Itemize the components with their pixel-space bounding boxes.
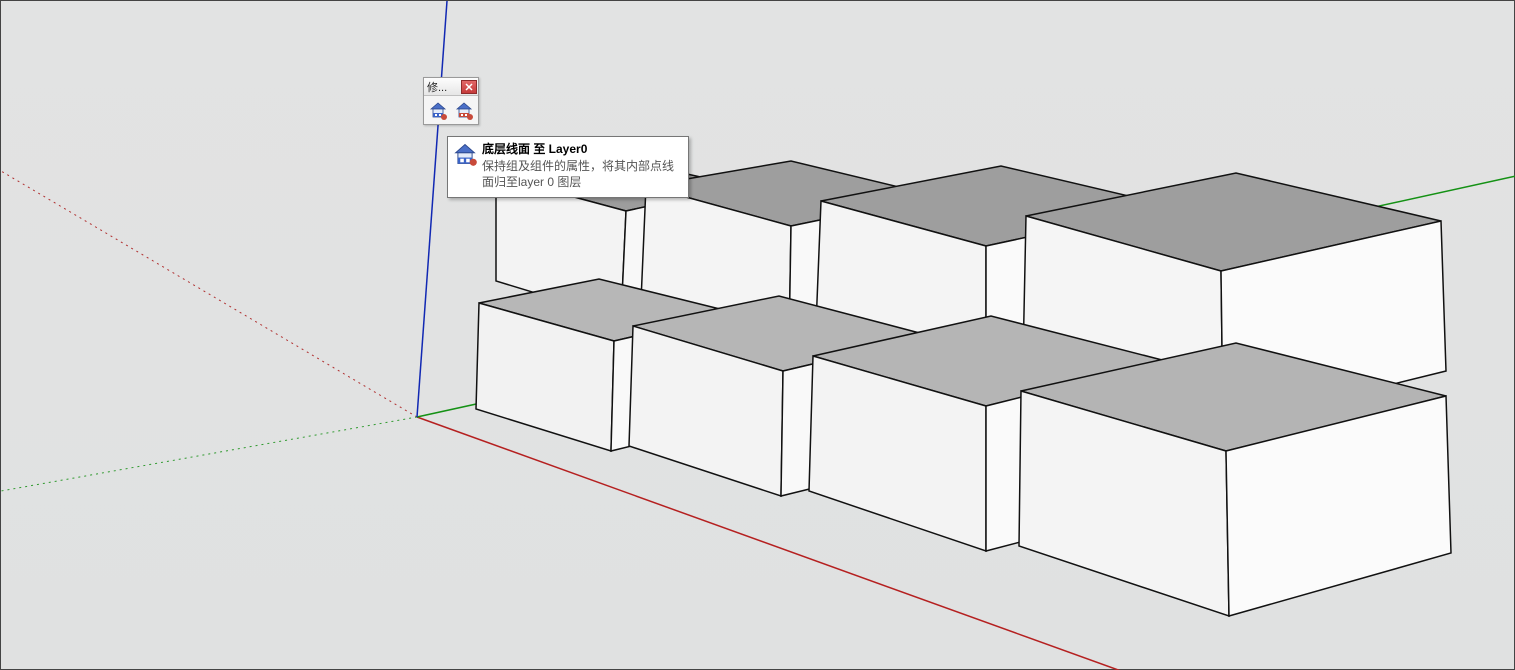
toolbar-close-button[interactable]: [461, 80, 477, 94]
toolbar-title: 修...: [427, 79, 447, 95]
tooltip-title: 底层线面 至 Layer0: [482, 141, 682, 157]
layer-tool-1-button[interactable]: [426, 98, 450, 122]
axis-neg-x: [1, 171, 417, 417]
toolbar-body: [424, 96, 478, 124]
tooltip-description: 保持组及组件的属性，将其内部点线面归至layer 0 图层: [482, 158, 682, 190]
tooltip-text: 底层线面 至 Layer0 保持组及组件的属性，将其内部点线面归至layer 0…: [482, 141, 682, 191]
modeling-viewport[interactable]: 修...: [0, 0, 1515, 670]
tooltip: 底层线面 至 Layer0 保持组及组件的属性，将其内部点线面归至layer 0…: [447, 136, 689, 198]
axis-z: [417, 1, 447, 417]
scene-canvas[interactable]: [1, 1, 1515, 670]
house-layer-blue-icon: [452, 141, 478, 167]
house-layer-blue-icon: [427, 99, 449, 121]
floating-toolbar[interactable]: 修...: [423, 77, 479, 125]
cube-bottom-4[interactable]: [1019, 343, 1451, 616]
layer-tool-2-button[interactable]: [452, 98, 476, 122]
axis-neg-y: [1, 417, 417, 491]
house-layer-red-icon: [453, 99, 475, 121]
close-icon: [465, 83, 473, 91]
tooltip-icon-wrap: [452, 141, 478, 167]
toolbar-titlebar[interactable]: 修...: [424, 78, 478, 96]
